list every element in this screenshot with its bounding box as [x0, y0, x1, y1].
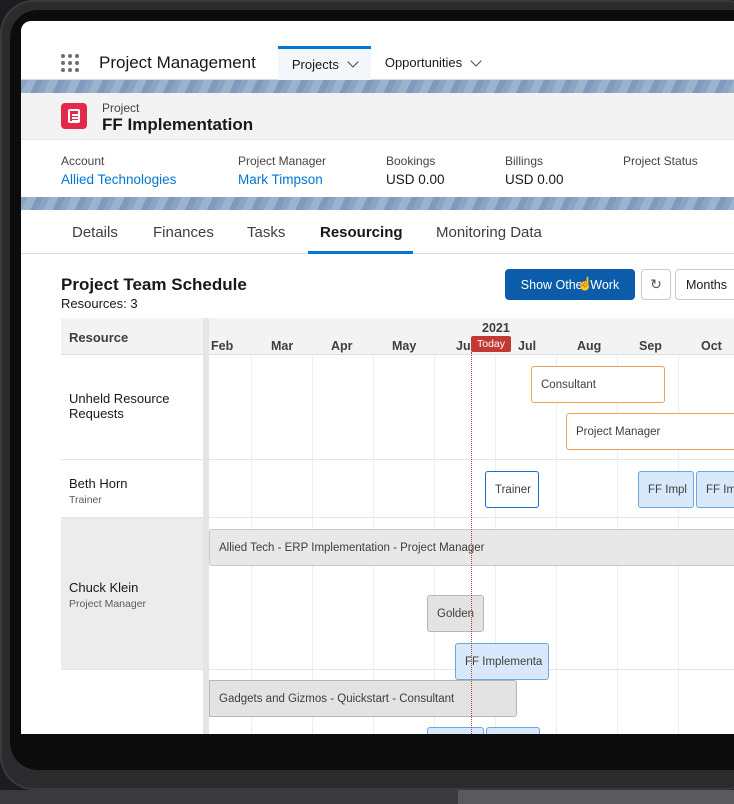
highlight-label: Account	[61, 154, 105, 168]
resource-row-next[interactable]	[61, 670, 203, 734]
resource-name: Unheld Resource Requests	[69, 391, 170, 421]
assignment-bar-ff-impl[interactable]: FF Im	[696, 471, 734, 508]
record-type: Project	[102, 101, 140, 115]
resource-role: Trainer	[69, 494, 102, 506]
app-launcher-icon[interactable]	[59, 52, 81, 74]
schedule-title: Project Team Schedule	[61, 275, 247, 294]
record-title: FF Implementation	[102, 115, 254, 134]
app-screen: Project Management Projects Opportunitie…	[21, 21, 734, 734]
today-marker-line	[471, 352, 472, 734]
highlights-panel: Account Allied Technologies Project Mana…	[21, 139, 734, 197]
highlight-bookings: Bookings USD 0.00	[386, 154, 445, 187]
month-label: May	[392, 339, 417, 353]
active-tab-indicator	[308, 251, 413, 254]
refresh-icon: ↻	[650, 276, 662, 292]
tab-monitoring-data[interactable]: Monitoring Data	[436, 224, 542, 241]
billings-value: USD 0.00	[505, 172, 564, 187]
resource-name: Beth Horn	[69, 476, 128, 491]
chevron-down-icon[interactable]	[347, 56, 359, 68]
nav-tab-projects[interactable]: Projects	[277, 45, 371, 80]
month-label: Aug	[577, 339, 602, 353]
app-nav-bar: Project Management Projects Opportunitie…	[21, 45, 734, 80]
highlight-project-status: Project Status	[623, 154, 698, 172]
record-header: Project FF Implementation	[21, 93, 734, 139]
resource-row-chuck-klein[interactable]: Chuck Klein Project Manager	[61, 518, 203, 670]
tab-finances[interactable]: Finances	[153, 224, 214, 241]
app-name: Project Management	[99, 52, 256, 72]
bookings-value: USD 0.00	[386, 172, 445, 187]
chevron-down-icon[interactable]	[470, 54, 482, 67]
account-link[interactable]: Allied Technologies	[61, 172, 176, 187]
request-bar-consultant[interactable]: Consultant	[531, 366, 665, 403]
highlight-billings: Billings USD 0.00	[505, 154, 564, 187]
resource-name: Chuck Klein	[69, 580, 139, 595]
highlight-label: Bookings	[386, 154, 436, 168]
timeline-year: 2021	[482, 321, 510, 335]
highlight-label: Project Manager	[238, 154, 327, 168]
resource-role: Project Manager	[69, 598, 147, 610]
month-label: Sep	[639, 339, 662, 353]
schedule-grid: Resource Unheld Resource Requests Beth H…	[61, 318, 734, 734]
highlight-account: Account Allied Technologies	[61, 154, 176, 187]
refresh-button[interactable]: ↻	[641, 269, 671, 300]
project-record-icon	[61, 103, 87, 129]
month-label: Jul	[518, 339, 537, 353]
record-tabs: Details Finances Tasks Resourcing Monito…	[21, 210, 734, 254]
decorative-band	[21, 80, 734, 93]
pointer-cursor-icon: ☝	[577, 276, 594, 291]
tab-details[interactable]: Details	[72, 224, 118, 241]
request-bar-project-manager[interactable]: Project Manager	[566, 413, 734, 450]
nav-tab-label: Projects	[291, 56, 339, 72]
tab-tasks[interactable]: Tasks	[247, 224, 285, 241]
today-badge: Today	[471, 336, 511, 352]
month-label: Mar	[271, 339, 294, 353]
assignment-bar-golden[interactable]: Golden	[427, 595, 484, 632]
resource-column-header: Resource	[61, 318, 203, 355]
view-range-select[interactable]: Months	[675, 269, 734, 300]
resource-row-beth-horn[interactable]: Beth Horn Trainer	[61, 460, 203, 518]
timeline: 2021 Feb Mar Apr May Ju Jul Aug Sep Oct	[209, 318, 734, 734]
assignment-bar-ff-implementa[interactable]: FF Implementa	[455, 643, 549, 680]
nav-tab-opportunities[interactable]: Opportunities	[371, 46, 494, 80]
month-label: Apr	[331, 339, 353, 353]
resources-count: Resources: 3	[61, 296, 138, 311]
assignment-bar-partial[interactable]	[486, 727, 540, 734]
resource-column: Resource Unheld Resource Requests Beth H…	[61, 318, 203, 734]
assignment-bar-partial[interactable]	[427, 727, 484, 734]
assignment-bar-ff-impl[interactable]: FF Impl	[638, 471, 694, 508]
highlight-label: Project Status	[623, 154, 698, 168]
tab-resourcing[interactable]: Resourcing	[320, 224, 403, 241]
highlight-label: Billings	[505, 154, 544, 168]
month-label: Oct	[701, 339, 722, 353]
assignment-bar-trainer[interactable]: Trainer	[485, 471, 539, 508]
month-label: Feb	[211, 339, 234, 353]
decorative-band	[21, 197, 734, 210]
project-manager-link[interactable]: Mark Timpson	[238, 172, 326, 187]
device-bottom-accent	[458, 790, 734, 804]
resource-row-unheld[interactable]: Unheld Resource Requests	[61, 355, 203, 460]
month-label: Ju	[456, 339, 471, 353]
nav-tab-label: Opportunities	[384, 55, 463, 70]
highlight-project-manager: Project Manager Mark Timpson	[238, 154, 326, 187]
show-other-work-button[interactable]: Show Other Work	[505, 269, 635, 300]
